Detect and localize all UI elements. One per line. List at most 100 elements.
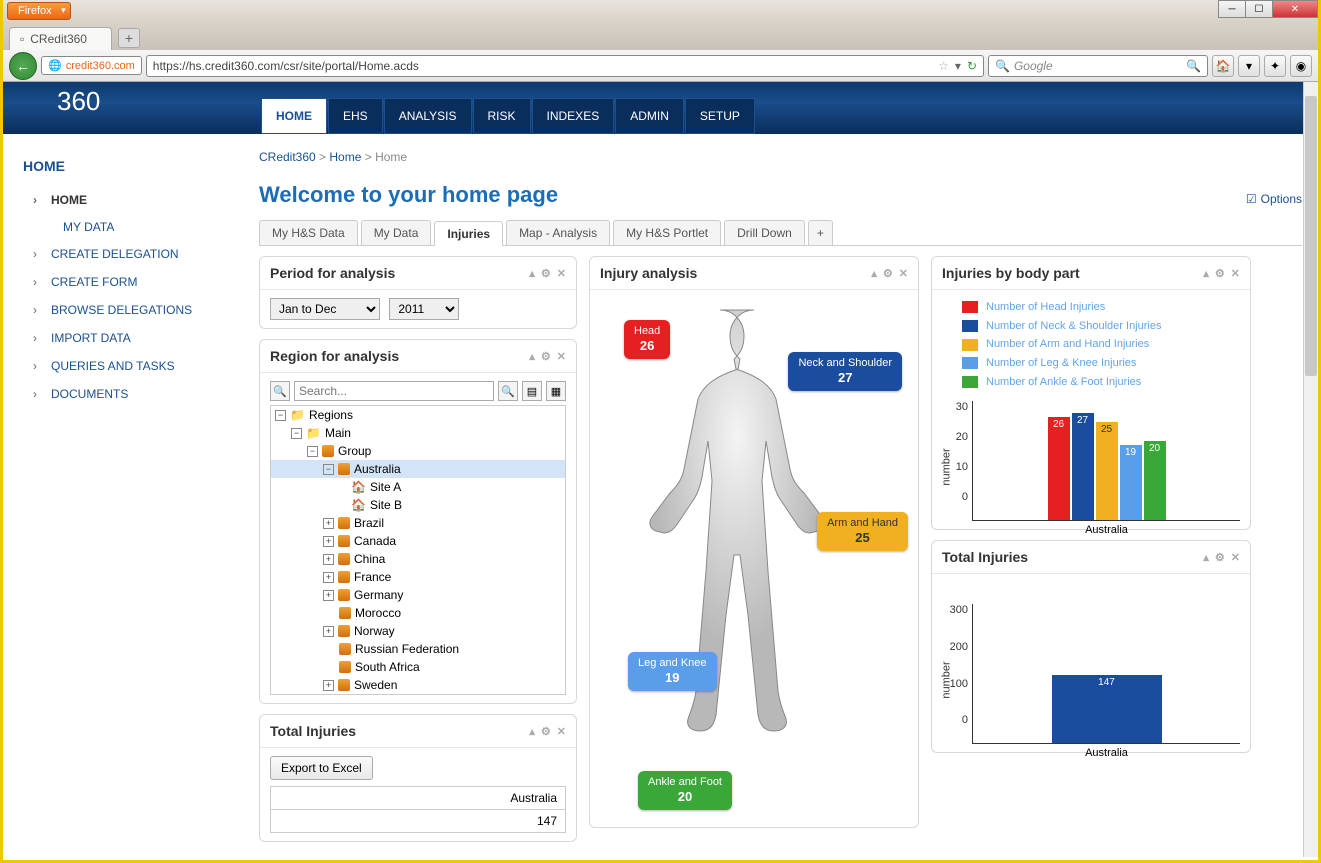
page-scrollbar[interactable] <box>1303 82 1318 857</box>
portlet-injuries-by-part: Injuries by body part ▴⚙✕ Number of Head… <box>931 256 1251 530</box>
tree-expand-icon[interactable]: + <box>323 590 334 601</box>
collapse-icon[interactable]: ▴ <box>529 267 535 280</box>
nav-setup[interactable]: SETUP <box>685 98 755 134</box>
tree-expand-icon[interactable]: + <box>323 572 334 583</box>
sidebar-item-home[interactable]: ›HOME <box>3 186 243 214</box>
tree-collapse-icon[interactable]: − <box>291 428 302 439</box>
gear-icon[interactable]: ⚙ <box>1215 267 1225 280</box>
region-tree[interactable]: −📁Regions −📁Main −Group −Australia 🏠Site… <box>270 405 566 695</box>
search-icon[interactable]: 🔍 <box>270 381 290 401</box>
sidebar-item-create-delegation[interactable]: ›CREATE DELEGATION <box>3 240 243 268</box>
export-excel-button[interactable]: Export to Excel <box>270 756 373 780</box>
bar-arm[interactable]: 25 <box>1096 422 1118 521</box>
portlet-total-injuries-chart: Total Injuries ▴⚙✕ number 3002001000 147… <box>931 540 1251 753</box>
search-go-icon[interactable]: 🔍 <box>1186 59 1201 73</box>
sidebar-item-import-data[interactable]: ›IMPORT DATA <box>3 324 243 352</box>
window-maximize-button[interactable]: ☐ <box>1245 0 1273 18</box>
gear-icon[interactable]: ⚙ <box>541 267 551 280</box>
bar-total[interactable]: 147 <box>1052 675 1162 743</box>
tree-expand-icon[interactable]: + <box>323 680 334 691</box>
injury-label-ankle[interactable]: Ankle and Foot20 <box>638 771 732 810</box>
reload-icon[interactable]: ↻ <box>967 59 977 73</box>
nav-admin[interactable]: ADMIN <box>615 98 684 134</box>
period-range-select[interactable]: Jan to Dec <box>270 298 380 320</box>
gear-icon[interactable]: ⚙ <box>883 267 893 280</box>
close-icon[interactable]: ✕ <box>1231 267 1240 280</box>
new-tab-button[interactable]: + <box>118 28 140 48</box>
sidebar-item-documents[interactable]: ›DOCUMENTS <box>3 380 243 408</box>
nav-indexes[interactable]: INDEXES <box>532 98 615 134</box>
tab-injuries[interactable]: Injuries <box>434 221 503 246</box>
dropdown-icon[interactable]: ▾ <box>955 59 961 73</box>
browser-tab[interactable]: ▫ CRedit360 <box>9 27 112 50</box>
sidebar-sub-mydata[interactable]: MY DATA <box>3 214 243 240</box>
sidebar-item-create-form[interactable]: ›CREATE FORM <box>3 268 243 296</box>
window-close-button[interactable]: ✕ <box>1272 0 1318 18</box>
injury-label-neck[interactable]: Neck and Shoulder27 <box>788 352 902 391</box>
home-icon[interactable]: 🏠 <box>1212 55 1234 77</box>
injury-label-head[interactable]: Head26 <box>624 320 670 359</box>
bar-head[interactable]: 26 <box>1048 417 1070 521</box>
tab-my-data[interactable]: My Data <box>361 220 432 245</box>
tree-expand-icon[interactable]: + <box>323 518 334 529</box>
tree-expand-icon[interactable]: + <box>323 554 334 565</box>
period-year-select[interactable]: 2011 <box>389 298 459 320</box>
bar-neck[interactable]: 27 <box>1072 413 1094 520</box>
folder-icon: 📁 <box>306 426 321 440</box>
gear-icon[interactable]: ⚙ <box>541 350 551 363</box>
view-tree-icon[interactable]: ▦ <box>546 381 566 401</box>
tab-my-hs-portlet[interactable]: My H&S Portlet <box>613 220 721 245</box>
close-icon[interactable]: ✕ <box>899 267 908 280</box>
chevron-right-icon: › <box>33 303 37 317</box>
gear-icon[interactable]: ⚙ <box>541 725 551 738</box>
addon2-icon[interactable]: ◉ <box>1290 55 1312 77</box>
tree-collapse-icon[interactable]: − <box>323 464 334 475</box>
firefox-menu-button[interactable]: Firefox <box>7 2 71 20</box>
sidebar-item-queries[interactable]: ›QUERIES AND TASKS <box>3 352 243 380</box>
close-icon[interactable]: ✕ <box>557 267 566 280</box>
nav-analysis[interactable]: ANALYSIS <box>384 98 472 134</box>
site-identity[interactable]: 🌐credit360.com <box>41 56 142 75</box>
close-icon[interactable]: ✕ <box>1231 551 1240 564</box>
region-search-input[interactable] <box>294 381 494 401</box>
chevron-right-icon: › <box>33 275 37 289</box>
browser-search-input[interactable]: 🔍Google🔍 <box>988 55 1208 77</box>
bar-ankle[interactable]: 20 <box>1144 441 1166 521</box>
nav-back-button[interactable]: ← <box>9 52 37 80</box>
bookmark-star-icon[interactable]: ☆ <box>938 59 949 73</box>
tree-collapse-icon[interactable]: − <box>275 410 286 421</box>
tree-collapse-icon[interactable]: − <box>307 446 318 457</box>
collapse-icon[interactable]: ▴ <box>529 350 535 363</box>
injury-label-leg[interactable]: Leg and Knee19 <box>628 652 717 691</box>
scrollbar-thumb[interactable] <box>1305 96 1317 376</box>
nav-home[interactable]: HOME <box>261 98 327 134</box>
bar-leg[interactable]: 19 <box>1120 445 1142 520</box>
close-icon[interactable]: ✕ <box>557 725 566 738</box>
collapse-icon[interactable]: ▴ <box>1203 551 1209 564</box>
nav-risk[interactable]: RISK <box>473 98 531 134</box>
view-list-icon[interactable]: ▤ <box>522 381 542 401</box>
tab-my-hs-data[interactable]: My H&S Data <box>259 220 358 245</box>
collapse-icon[interactable]: ▴ <box>529 725 535 738</box>
tree-expand-icon[interactable]: + <box>323 536 334 547</box>
nav-ehs[interactable]: EHS <box>328 98 383 134</box>
tab-drill-down[interactable]: Drill Down <box>724 220 805 245</box>
crumb-mid[interactable]: Home <box>329 150 361 164</box>
url-bar[interactable]: https://hs.credit360.com/csr/site/portal… <box>146 55 984 77</box>
crumb-root[interactable]: CRedit360 <box>259 150 316 164</box>
close-icon[interactable]: ✕ <box>557 350 566 363</box>
options-link[interactable]: Options <box>1246 192 1302 206</box>
collapse-icon[interactable]: ▴ <box>1203 267 1209 280</box>
bookmarks-icon[interactable]: ▾ <box>1238 55 1260 77</box>
addon-icon[interactable]: ✦ <box>1264 55 1286 77</box>
injury-label-arm[interactable]: Arm and Hand25 <box>817 512 908 551</box>
window-minimize-button[interactable]: ─ <box>1218 0 1246 18</box>
collapse-icon[interactable]: ▴ <box>871 267 877 280</box>
portlet-title: Total Injuries <box>942 549 1028 565</box>
sidebar-item-browse-delegations[interactable]: ›BROWSE DELEGATIONS <box>3 296 243 324</box>
tab-add-button[interactable]: + <box>808 220 833 245</box>
gear-icon[interactable]: ⚙ <box>1215 551 1225 564</box>
search-go-icon[interactable]: 🔍 <box>498 381 518 401</box>
tree-expand-icon[interactable]: + <box>323 626 334 637</box>
tab-map-analysis[interactable]: Map - Analysis <box>506 220 610 245</box>
